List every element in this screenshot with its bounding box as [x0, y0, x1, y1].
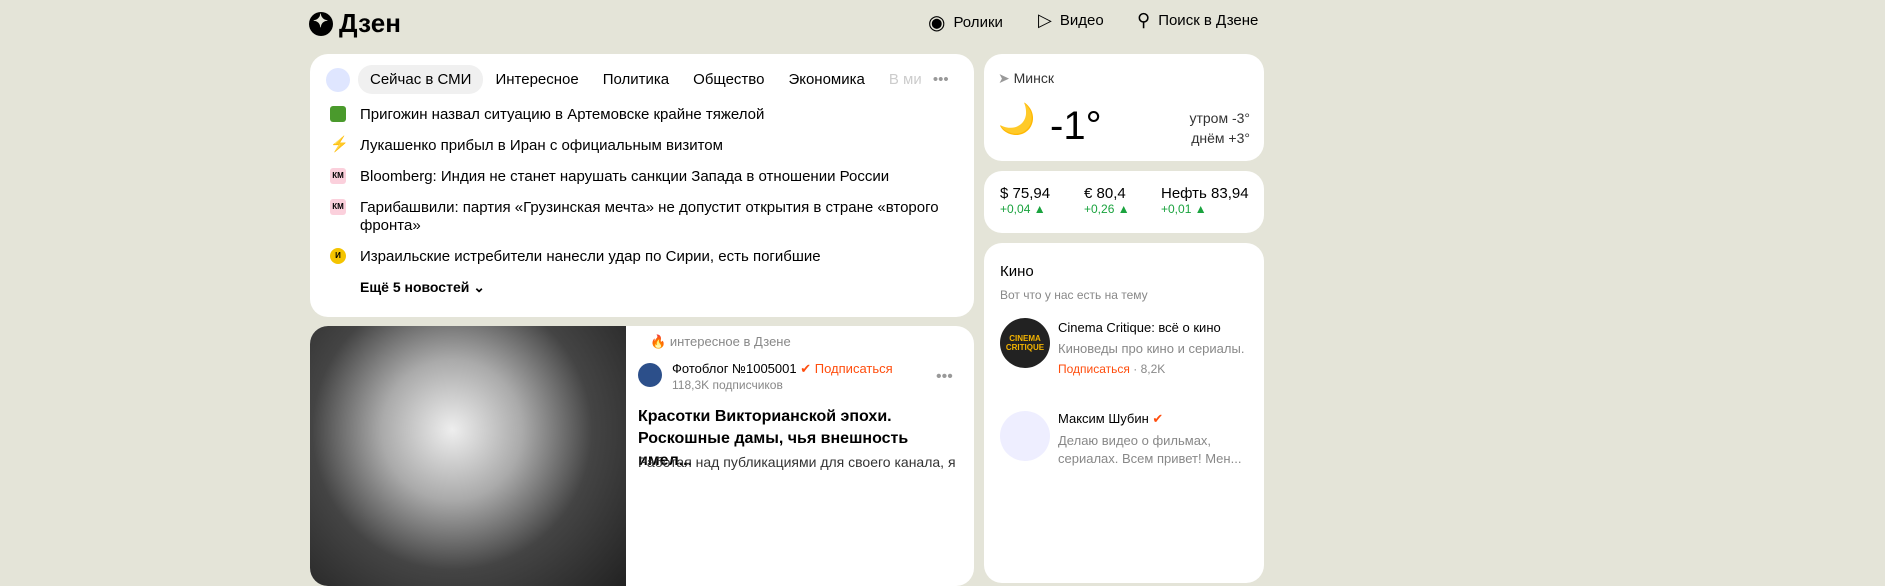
channel-name[interactable]: Фотоблог №1005001 — [672, 361, 797, 376]
nav-shorts[interactable]: ◉ Ролики — [928, 10, 1003, 35]
location-icon: ➤ — [998, 70, 1010, 86]
yellow-circle-icon: И — [330, 248, 346, 264]
more-news-button[interactable]: Ещё 5 новостей ⌄ — [360, 279, 950, 296]
dzen-logo-icon — [309, 11, 333, 36]
more-icon[interactable]: ••• — [936, 368, 953, 386]
more-icon[interactable]: ••• — [933, 71, 949, 88]
news-item[interactable]: КМ Bloomberg: Индия не станет нарушать са… — [330, 168, 950, 186]
km-icon: КМ — [330, 199, 346, 215]
subscribe-button[interactable]: Подписаться — [815, 361, 893, 376]
verified-icon: ✔ — [800, 361, 812, 376]
news-item[interactable]: И Израильские истребители нанесли удар по… — [330, 248, 950, 266]
kino-card: Кино Вот что у нас есть на тему CINEMA CR… — [984, 243, 1264, 583]
channel-name[interactable]: Максим Шубин — [1058, 411, 1149, 426]
tab-society[interactable]: Общество — [681, 65, 776, 94]
nav-video[interactable]: ▷ Видео — [1038, 10, 1104, 31]
tab-economy[interactable]: Экономика — [776, 65, 876, 94]
subscribe-button[interactable]: Подписаться — [1058, 362, 1130, 376]
logo[interactable]: Дзен — [309, 8, 401, 39]
avatar[interactable] — [1000, 411, 1050, 461]
news-item[interactable]: ⚡ Лукашенко прибыл в Иран с официальным в… — [330, 137, 950, 155]
news-logo-icon — [326, 67, 350, 92]
cinema-critique-avatar[interactable]: CINEMA CRITIQUE — [1000, 318, 1050, 368]
km-icon: КМ — [330, 168, 346, 184]
channel-avatar[interactable] — [638, 363, 662, 387]
green-square-icon — [330, 106, 346, 122]
rates-card[interactable]: $ 75,94 +0,04 ▲ € 80,4 +0,26 ▲ Нефть 83,94… — [984, 171, 1264, 233]
article-image[interactable] — [310, 326, 626, 586]
news-item[interactable]: КМ Гарибашвили: партия «Грузинская мечта»… — [330, 199, 950, 235]
play-icon: ▷ — [1038, 10, 1052, 30]
temperature: -1° — [1050, 104, 1102, 148]
channel-name[interactable]: Cinema Critique: всё о кино — [1058, 320, 1253, 335]
verified-icon: ✔ — [1152, 411, 1164, 426]
moon-cloud-icon: 🌙 — [998, 103, 1036, 136]
shorts-icon: ◉ — [928, 12, 946, 34]
lightning-icon: ⚡ — [330, 136, 349, 153]
tab-interesting[interactable]: Интересное — [483, 65, 590, 94]
chevron-down-icon: ⌄ — [473, 279, 485, 295]
tab-now[interactable]: Сейчас в СМИ — [358, 65, 484, 94]
article-card[interactable]: 🔥 интересное в Дзене Фотоблог №1005001 ✔… — [310, 326, 974, 586]
news-item[interactable]: Пригожин назвал ситуацию в Артемовске кр… — [330, 106, 950, 124]
tab-world[interactable]: В ми — [877, 65, 921, 94]
fire-icon: 🔥 — [650, 334, 667, 349]
search-icon: ⚲ — [1137, 10, 1151, 30]
weather-card[interactable]: ➤ Минск 🌙 -1° утром -3° днём +3° — [984, 54, 1264, 161]
tab-politics[interactable]: Политика — [591, 65, 681, 94]
nav-search[interactable]: ⚲ Поиск в Дзене — [1137, 10, 1258, 31]
news-card: Сейчас в СМИ Интересное Политика Обществ… — [310, 54, 974, 317]
